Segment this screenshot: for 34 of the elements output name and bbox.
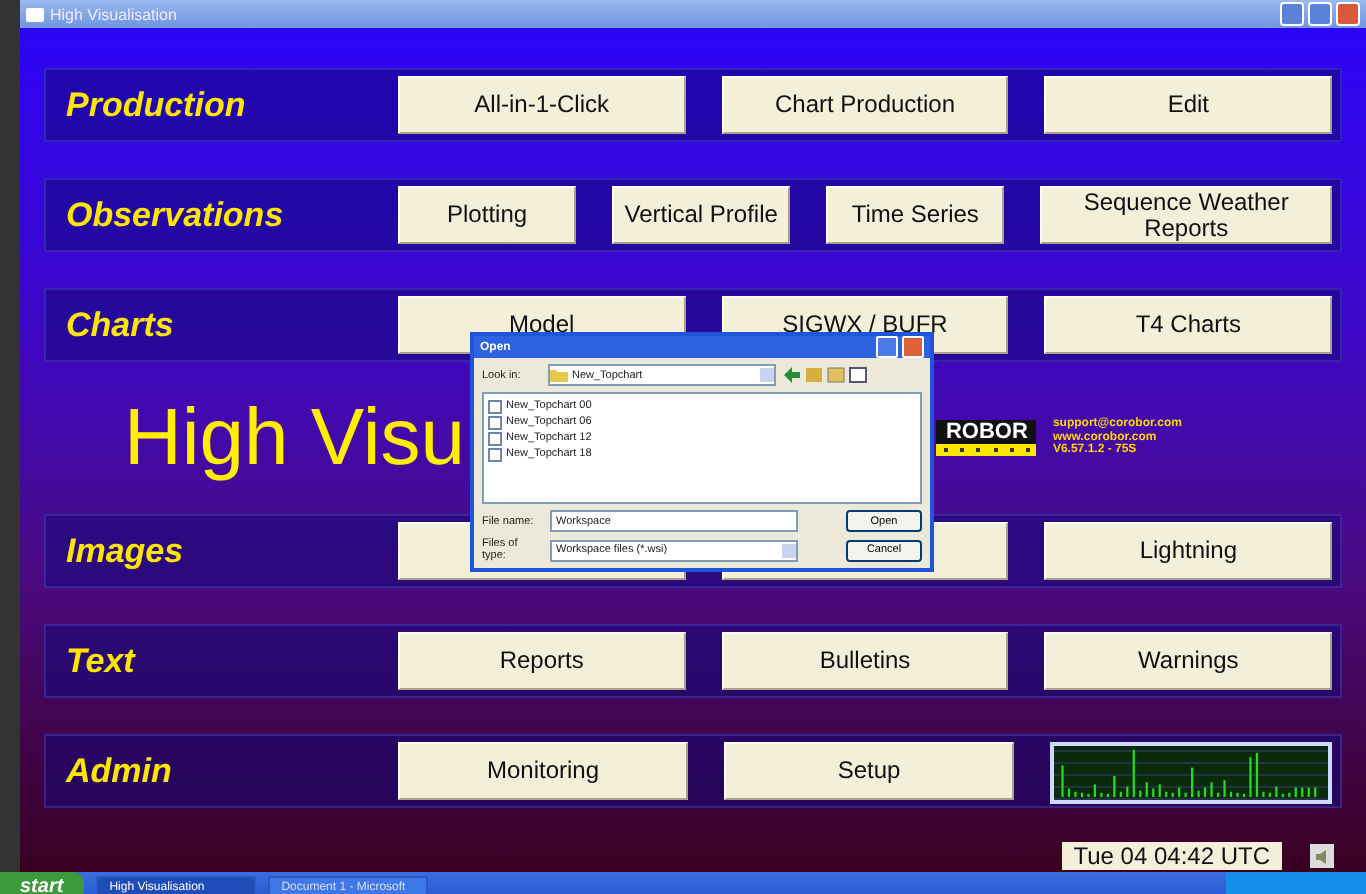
clock: Tue 04 04:42 UTC [1061, 842, 1282, 870]
category-label: Charts [66, 305, 176, 345]
app-icon [26, 7, 44, 21]
logo: ROBOR [936, 420, 1037, 456]
category-label: Observations [66, 195, 286, 235]
menu-button[interactable]: Reports [398, 632, 686, 690]
maximize-button[interactable] [1308, 2, 1332, 26]
close-button[interactable] [1336, 2, 1360, 26]
category-label: Admin [66, 751, 174, 791]
close-button[interactable] [902, 336, 924, 358]
help-button[interactable] [876, 336, 898, 358]
category-label: Text [66, 641, 138, 681]
menu-button[interactable]: Bulletins [721, 632, 1009, 690]
category-label: Images [66, 531, 186, 571]
folder-icon [550, 368, 568, 382]
start-button[interactable]: start [0, 872, 84, 894]
menu-button[interactable]: Chart Production [721, 76, 1009, 134]
menu-button[interactable]: All-in-1-Click [398, 76, 686, 134]
window-title: High Visualisation [50, 5, 177, 23]
minimize-button[interactable] [1280, 2, 1304, 26]
menu-button[interactable]: Setup [724, 742, 1014, 800]
menu-button[interactable]: Monitoring [398, 742, 688, 800]
menu-button[interactable]: Sequence Weather Reports [1040, 186, 1332, 244]
app-title: High Visu [124, 393, 465, 483]
menu-button[interactable]: Time Series [826, 186, 1005, 244]
menu-button[interactable]: Warnings [1044, 632, 1333, 690]
toolbar-icons[interactable] [782, 366, 870, 384]
menu-button[interactable]: Plotting [398, 186, 577, 244]
menu-button[interactable]: Vertical Profile [612, 186, 791, 244]
category-label: Production [66, 85, 248, 125]
menu-button[interactable]: Edit [1044, 76, 1333, 134]
menu-button[interactable]: Lightning [1044, 522, 1333, 580]
speaker-icon[interactable] [1310, 844, 1334, 868]
menu-button[interactable]: T4 Charts [1044, 296, 1333, 354]
